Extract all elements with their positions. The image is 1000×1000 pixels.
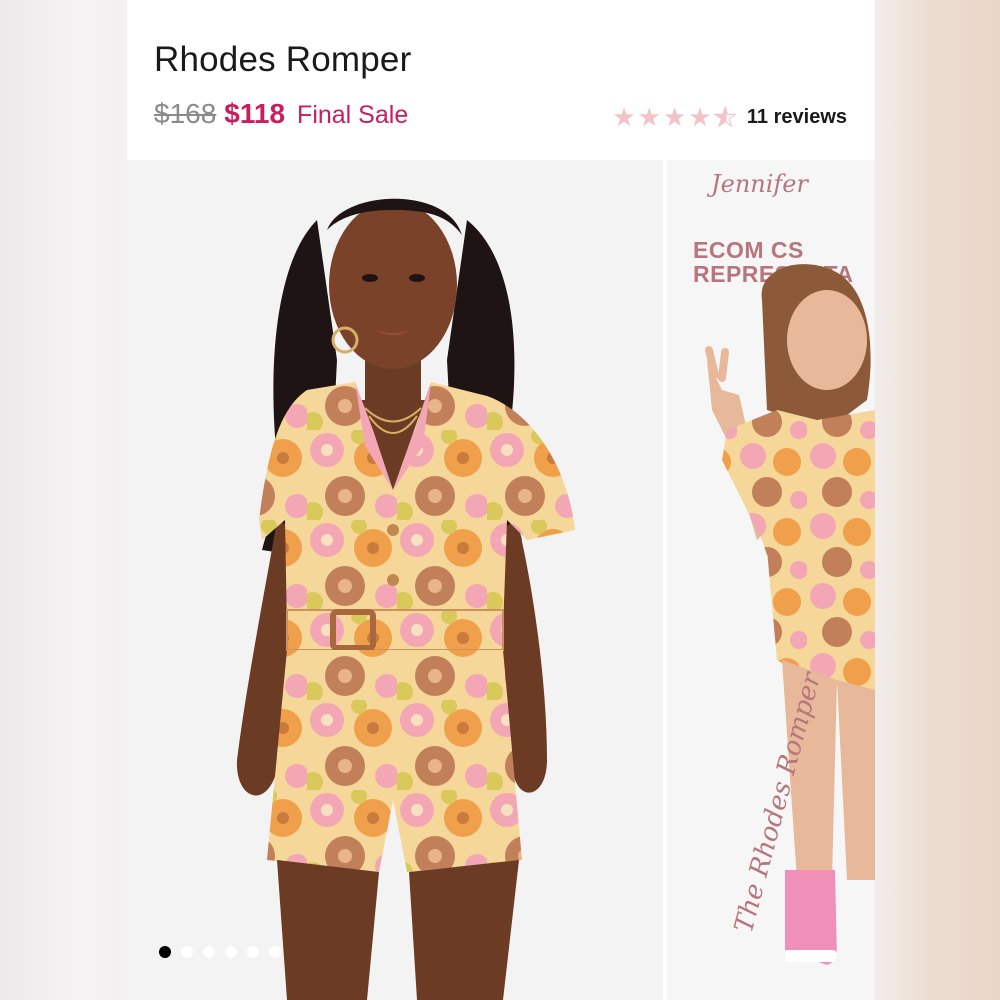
product-photo-next[interactable]: Jennifer ECOM CS REPRESENTA (667, 160, 875, 1000)
star-icon: ★ (688, 102, 712, 132)
model-photo (127, 160, 663, 1000)
reviews-link[interactable]: 11 reviews (747, 106, 847, 129)
rating-stars: ★ ★ ★ ★ ★ (612, 102, 737, 132)
carousel-dot[interactable] (203, 946, 215, 958)
carousel-dot-active[interactable] (159, 946, 171, 958)
original-price: $168 (154, 98, 217, 129)
rating-summary[interactable]: ★ ★ ★ ★ ★ 11 reviews (612, 102, 847, 132)
sale-price: $118 (224, 98, 286, 129)
carousel-dots[interactable] (159, 946, 281, 958)
carousel-dot[interactable] (181, 946, 193, 958)
carousel-dot[interactable] (225, 946, 237, 958)
product-photo-main[interactable] (127, 160, 663, 1000)
carousel-dot[interactable] (247, 946, 259, 958)
product-image-carousel[interactable]: Jennifer ECOM CS REPRESENTA (127, 160, 875, 1000)
carousel-dot[interactable] (269, 946, 281, 958)
star-icon: ★ (637, 102, 661, 132)
star-half-icon: ★ (713, 102, 737, 132)
product-card: Rhodes Romper $168 $118 Final Sale ★ ★ ★… (127, 0, 875, 1000)
star-icon: ★ (662, 102, 687, 132)
final-sale-badge: Final Sale (297, 101, 409, 129)
price-row: $168 $118 Final Sale (154, 98, 408, 130)
product-title: Rhodes Romper (154, 40, 412, 79)
star-icon: ★ (612, 102, 636, 132)
